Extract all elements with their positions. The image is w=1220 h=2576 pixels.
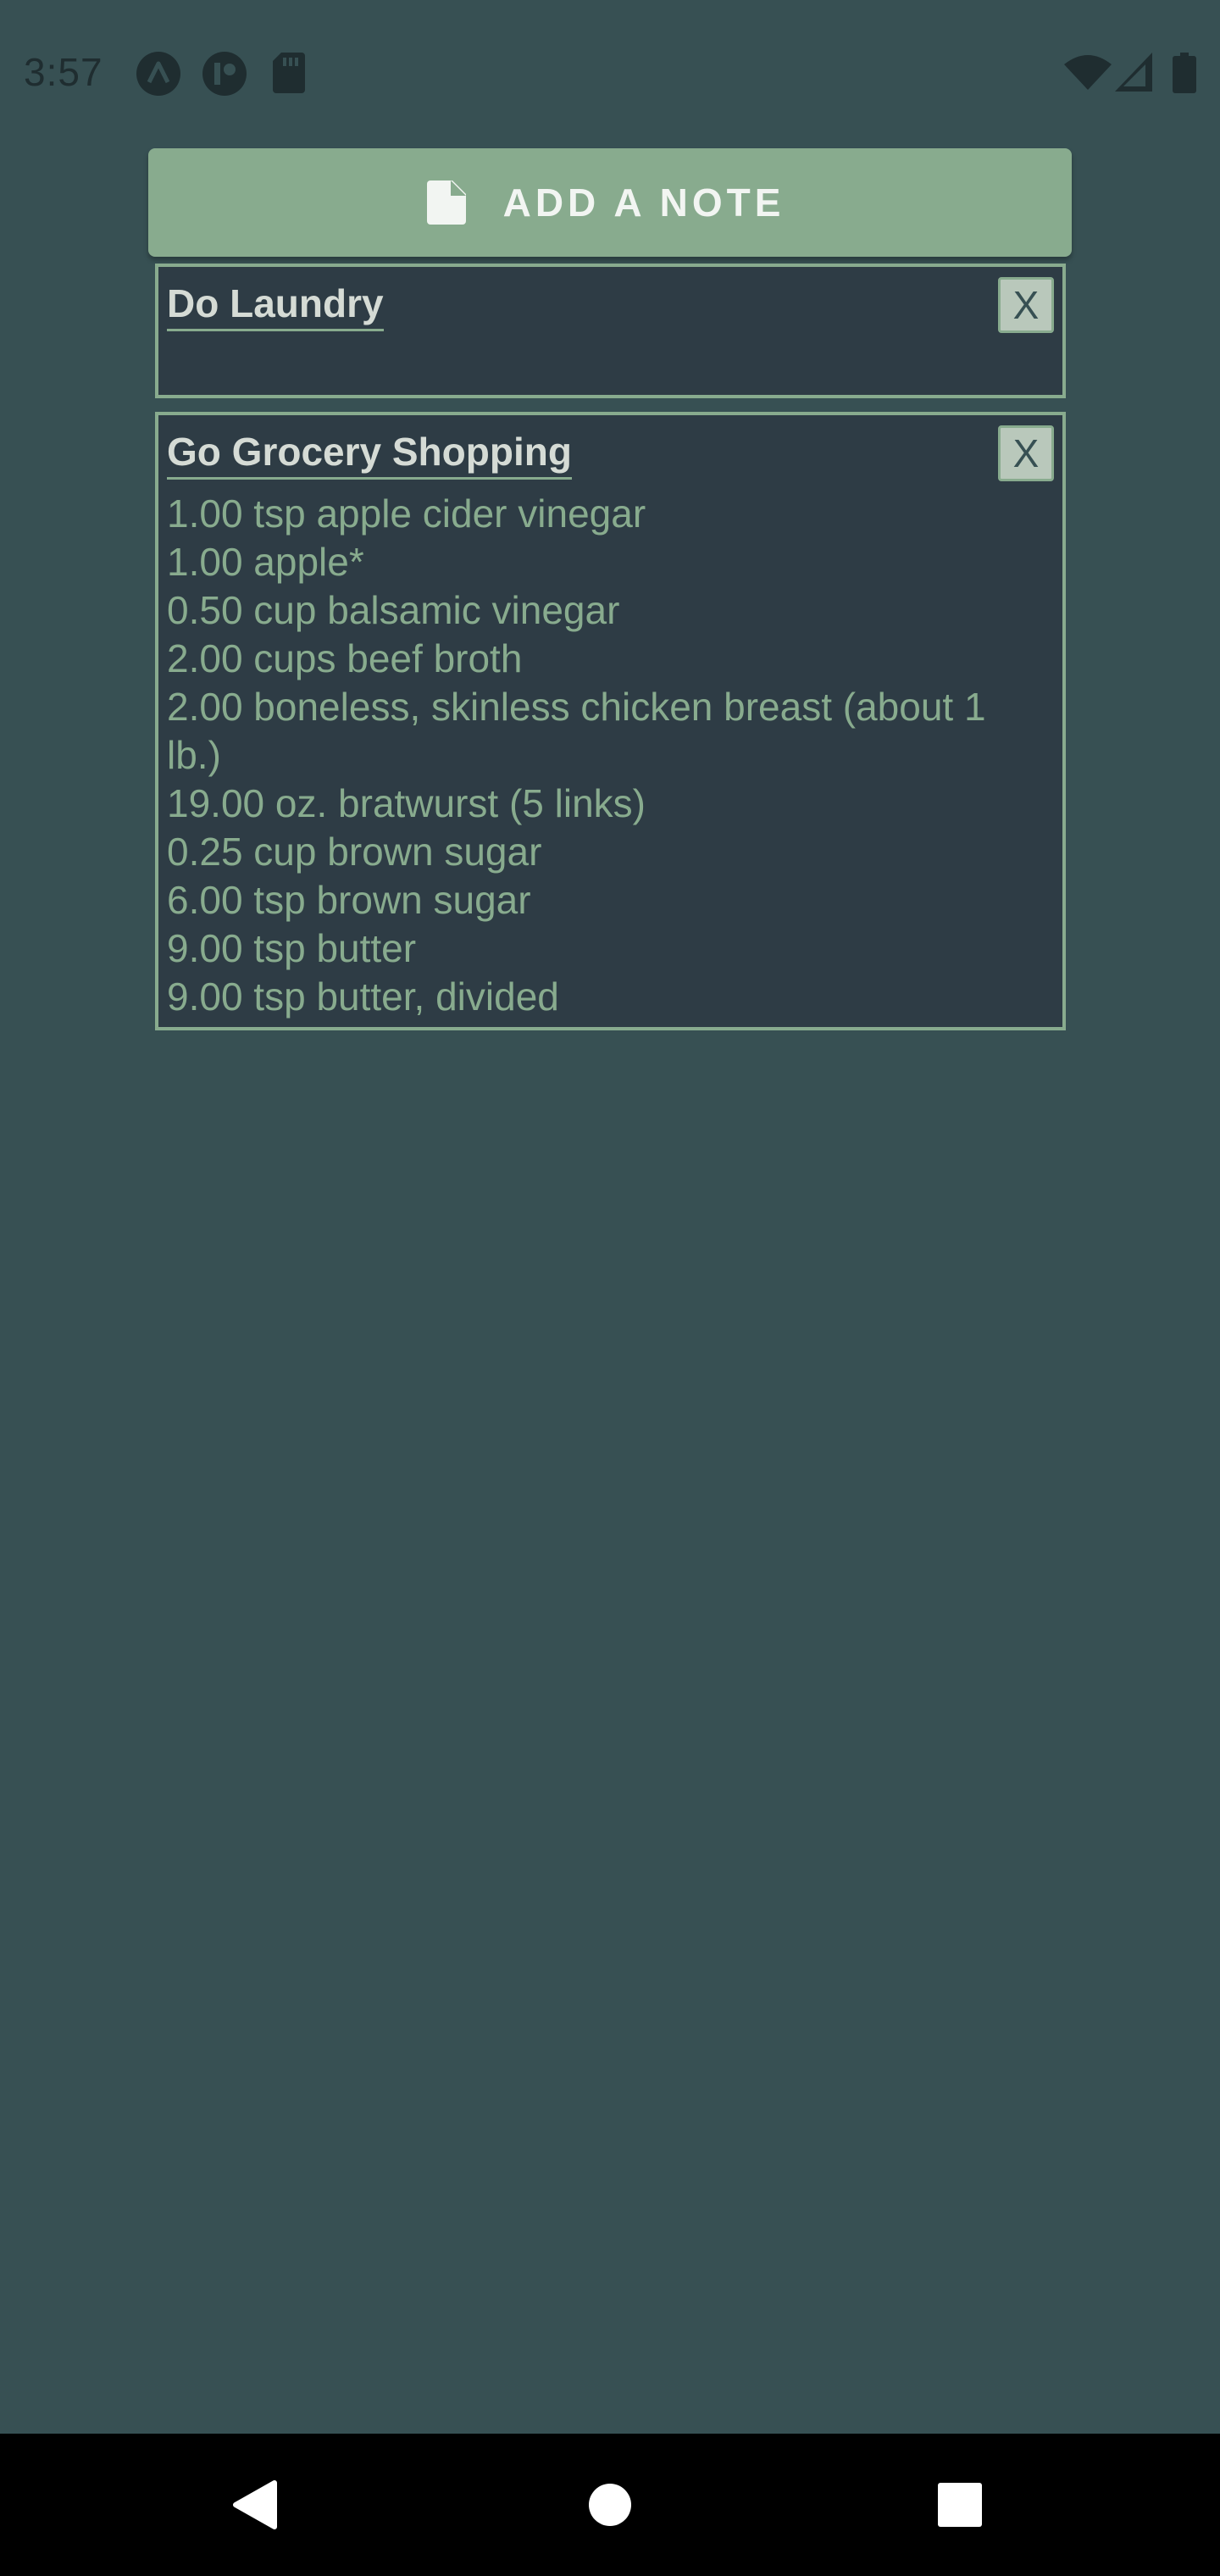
battery-icon [1173,53,1196,93]
note-card-laundry: Do Laundry X [155,264,1066,398]
list-item: 2.00 cups beef broth [167,636,523,680]
delete-note-button[interactable]: X [998,425,1054,481]
file-icon [426,180,466,225]
navigation-bar [0,2434,1220,2576]
note-title[interactable]: Go Grocery Shopping [167,430,572,480]
add-note-button[interactable]: ADD A NOTE [148,148,1072,257]
close-label: X [1012,283,1040,327]
status-time: 3:57 [24,50,103,94]
list-item: 1.00 tsp apple cider vinegar [167,491,646,536]
cell-signal-icon [1115,53,1152,92]
delete-note-button[interactable]: X [998,277,1054,333]
notes-screen: 3:57 ADD A NOTE Do Laundry X Go Grocery … [0,0,1220,2576]
list-item: 0.50 cup balsamic vinegar [167,588,620,632]
back-icon[interactable] [203,2434,305,2576]
note-title[interactable]: Do Laundry [167,282,384,331]
wifi-icon [1064,54,1112,90]
close-label: X [1012,431,1040,475]
list-item: lb.) [167,733,221,777]
list-item: 2.00 boneless, skinless chicken breast (… [167,685,986,729]
list-item: 1.00 apple* [167,540,364,584]
list-item: 9.00 tsp butter [167,926,417,970]
sd-card-icon [273,53,305,93]
note-items-list: 1.00 tsp apple cider vinegar 1.00 apple*… [167,490,1049,1021]
list-item: 19.00 oz. bratwurst (5 links) [167,781,646,825]
list-item: 6.00 tsp brown sugar [167,878,531,922]
notification-circle-icon [202,51,247,97]
recents-icon[interactable] [909,2434,1011,2576]
note-card-grocery: Go Grocery Shopping X 1.00 tsp apple cid… [155,412,1066,1030]
a-circle-icon [136,51,181,97]
add-note-label: ADD A NOTE [502,180,785,225]
status-bar: 3:57 [0,0,1220,146]
home-icon[interactable] [559,2434,661,2576]
list-item: 9.00 tsp butter, divided [167,974,559,1019]
list-item: 0.25 cup brown sugar [167,830,542,874]
